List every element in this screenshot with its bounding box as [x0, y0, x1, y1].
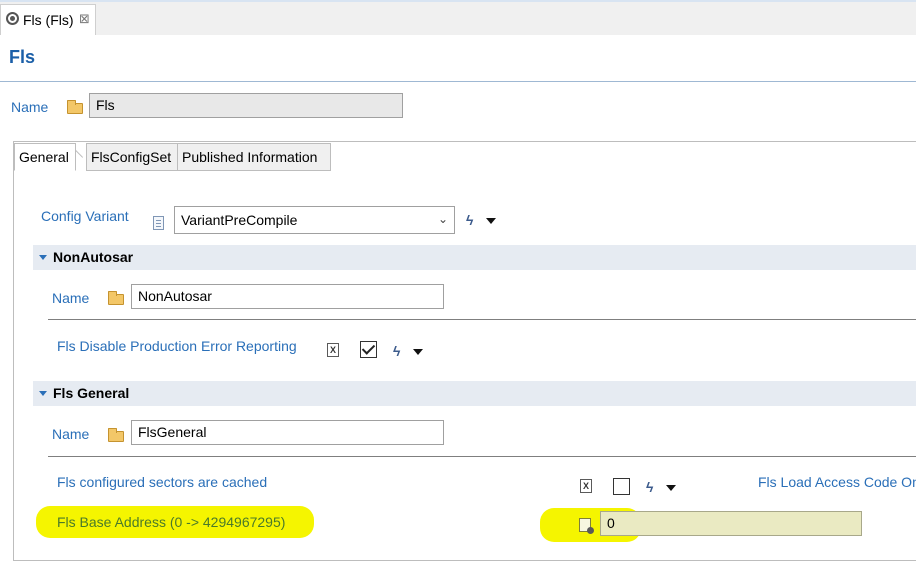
- config-variant-value: VariantPreCompile: [181, 212, 298, 228]
- sectors-cached-label: Fls configured sectors are cached: [57, 474, 268, 490]
- sectors-cached-checkbox[interactable]: [613, 478, 630, 495]
- disable-prod-error-checkbox[interactable]: [360, 341, 377, 358]
- divider: [48, 319, 916, 320]
- editor-tab-label: Fls (Fls): [23, 12, 74, 28]
- folder-icon: [67, 100, 83, 114]
- number-icon: [579, 518, 594, 534]
- divider: [48, 456, 916, 457]
- xml-icon: X: [580, 479, 592, 493]
- load-access-code-label: Fls Load Access Code On: [758, 474, 916, 490]
- collapse-triangle-icon: [39, 255, 47, 260]
- base-address-label: Fls Base Address (0 -> 4294967295): [57, 514, 286, 530]
- title-separator: [0, 81, 916, 82]
- section-title: Fls General: [53, 385, 130, 401]
- bolt-icon: ϟ: [646, 479, 654, 495]
- section-nonautosar-header[interactable]: NonAutosar: [33, 245, 916, 270]
- config-variant-label: Config Variant: [41, 208, 129, 224]
- flsgeneral-name-label: Name: [52, 426, 90, 442]
- section-fls-general-header[interactable]: Fls General: [33, 381, 916, 406]
- close-icon[interactable]: ⊠: [79, 11, 90, 27]
- form-title: Fls: [9, 47, 36, 67]
- module-icon: [6, 12, 19, 25]
- disable-prod-error-label: Fls Disable Production Error Reporting: [57, 338, 297, 354]
- bolt-icon: ϟ: [393, 343, 401, 359]
- disable-prod-error-actions[interactable]: ϟ: [393, 343, 429, 359]
- flsgeneral-name-field[interactable]: FlsGeneral: [131, 420, 444, 445]
- editor-tab-bar: [0, 0, 916, 35]
- section-title: NonAutosar: [53, 249, 134, 265]
- sectors-cached-actions[interactable]: ϟ: [646, 479, 682, 495]
- name-field[interactable]: Fls: [89, 93, 403, 118]
- folder-icon: [108, 428, 124, 442]
- caret-down-icon: [486, 218, 496, 224]
- base-address-field[interactable]: 0: [600, 511, 862, 536]
- caret-down-icon: [413, 349, 423, 355]
- config-variant-actions[interactable]: ϟ: [466, 212, 502, 228]
- tab-general[interactable]: General: [14, 143, 76, 171]
- nonautosar-name-label: Name: [52, 290, 90, 306]
- folder-icon: [108, 291, 124, 305]
- config-variant-combo[interactable]: VariantPreCompile ⌄: [174, 206, 455, 234]
- document-icon: [153, 216, 164, 230]
- nonautosar-name-field[interactable]: NonAutosar: [131, 284, 444, 309]
- editor-tab-fls[interactable]: Fls (Fls) ⊠: [0, 4, 96, 35]
- name-label: Name: [11, 99, 49, 115]
- caret-down-icon: [666, 485, 676, 491]
- chevron-down-icon: ⌄: [437, 212, 448, 226]
- bolt-icon: ϟ: [466, 212, 474, 228]
- collapse-triangle-icon: [39, 391, 47, 396]
- xml-icon: X: [327, 343, 339, 357]
- tab-published-information[interactable]: Published Information: [177, 143, 331, 171]
- tab-flsconfigset[interactable]: FlsConfigSet: [86, 143, 178, 171]
